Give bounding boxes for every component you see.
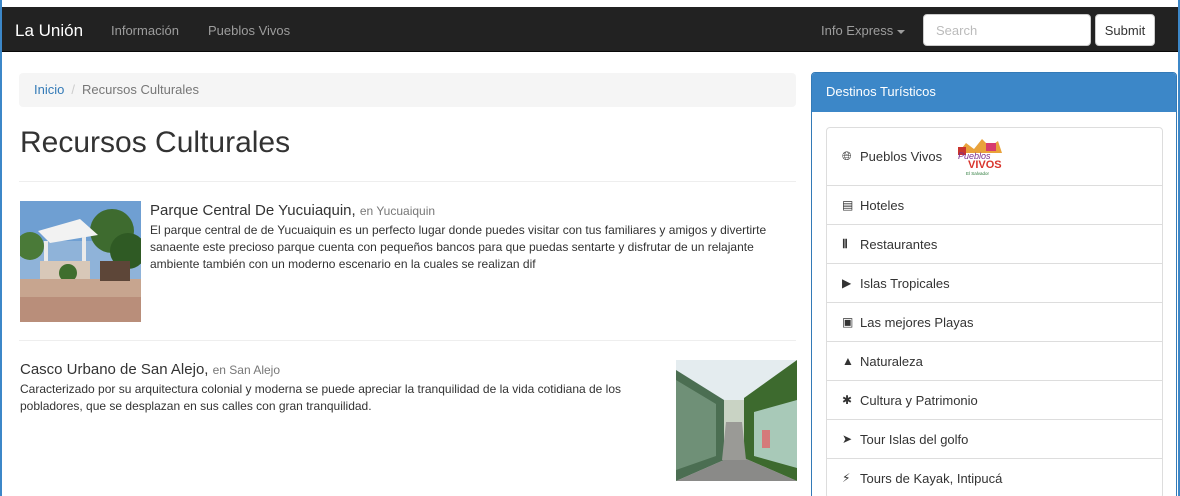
- item-title: Parque Central De Yucuiaquin,: [150, 202, 356, 219]
- info-express-label: Info Express: [821, 23, 894, 38]
- list-item-label: Tours de Kayak, Intipucá: [860, 470, 1003, 486]
- breadcrumb: Inicio / Recursos Culturales: [19, 73, 796, 107]
- list-item-restaurantes[interactable]: Ⅱ Restaurantes: [827, 225, 1162, 264]
- pueblos-vivos-logo: Pueblos VIVOS El Salvador: [952, 135, 1008, 179]
- page-title: Recursos Culturales: [20, 126, 291, 159]
- nav-link-informacion[interactable]: Información: [111, 23, 179, 38]
- item-location: en Yucuaiquin: [359, 204, 436, 218]
- list-item-label: Restaurantes: [860, 236, 938, 252]
- item-location: en San Alejo: [212, 363, 281, 377]
- svg-text:VIVOS: VIVOS: [968, 159, 1002, 171]
- media-heading[interactable]: Casco Urbano de San Alejo, en San Alejo: [20, 361, 660, 378]
- submit-button[interactable]: Submit: [1095, 14, 1155, 46]
- media-item-casco-urbano: Casco Urbano de San Alejo, en San Alejo …: [20, 361, 660, 415]
- destinos-panel: Destinos Turísticos 🌐︎ Pueblos Vivos Pue…: [811, 72, 1177, 496]
- list-item-label: Cultura y Patrimonio: [860, 392, 978, 408]
- list-item-hoteles[interactable]: ▤ Hoteles: [827, 186, 1162, 225]
- caret-down-icon: [897, 29, 906, 34]
- list-item-tours-kayak[interactable]: ⚡︎ Tours de Kayak, Intipucá: [827, 459, 1162, 496]
- breadcrumb-home-link[interactable]: Inicio: [34, 82, 64, 97]
- item-title: Casco Urbano de San Alejo,: [20, 361, 209, 378]
- list-item-label: Las mejores Playas: [860, 314, 974, 330]
- item-description: Caracterizado por su arquitectura coloni…: [20, 382, 622, 413]
- cutlery-icon: Ⅱ: [842, 237, 848, 251]
- destinos-list: 🌐︎ Pueblos Vivos Pueblos VIVOS El Salvad…: [826, 127, 1163, 496]
- media-heading[interactable]: Parque Central De Yucuiaquin, en Yucuaiq…: [150, 202, 800, 219]
- list-item-label: Tour Islas del golfo: [860, 431, 969, 447]
- divider: [19, 340, 796, 341]
- panel-heading: Destinos Turísticos: [812, 73, 1176, 112]
- list-item-label: Islas Tropicales: [860, 275, 950, 291]
- list-item-label: Naturaleza: [860, 353, 923, 369]
- tree-icon: ▲: [842, 354, 854, 368]
- list-item-label: Hoteles: [860, 197, 905, 213]
- navbar: La Unión Información Pueblos Vivos Info …: [2, 0, 1178, 52]
- breadcrumb-current: Recursos Culturales: [81, 82, 200, 97]
- list-alt-icon: ▤: [842, 198, 854, 212]
- parque-central-thumbnail[interactable]: [20, 201, 141, 322]
- list-item-naturaleza[interactable]: ▲ Naturaleza: [827, 342, 1162, 381]
- send-icon: ➤: [842, 432, 853, 446]
- casco-urbano-thumbnail[interactable]: [676, 360, 797, 481]
- list-item-islas-tropicales[interactable]: ▶ Islas Tropicales: [827, 264, 1162, 303]
- media-item-parque-central: Parque Central De Yucuiaquin, en Yucuaiq…: [150, 202, 800, 273]
- list-item-label: Pueblos Vivos: [860, 149, 943, 164]
- flash-icon: ⚡︎: [842, 471, 851, 485]
- nav-link-pueblos-vivos[interactable]: Pueblos Vivos: [208, 23, 290, 38]
- search-input[interactable]: [923, 14, 1091, 46]
- info-express-dropdown[interactable]: Info Express: [821, 23, 906, 38]
- asterisk-icon: ✱: [842, 393, 853, 407]
- picture-icon: ▣: [842, 315, 854, 329]
- tags-icon: ▶: [842, 276, 852, 290]
- item-description: El parque central de de Yucuaiquin es un…: [150, 223, 767, 271]
- list-item-tour-islas-golfo[interactable]: ➤ Tour Islas del golfo: [827, 420, 1162, 459]
- svg-text:El Salvador: El Salvador: [966, 171, 990, 176]
- list-item-las-mejores-playas[interactable]: ▣ Las mejores Playas: [827, 303, 1162, 342]
- list-item-cultura-patrimonio[interactable]: ✱ Cultura y Patrimonio: [827, 381, 1162, 420]
- brand-link[interactable]: La Unión: [15, 21, 83, 41]
- globe-icon: 🌐︎: [842, 149, 852, 163]
- list-item-pueblos-vivos[interactable]: 🌐︎ Pueblos Vivos Pueblos VIVOS El Salvad…: [827, 128, 1162, 186]
- breadcrumb-separator: /: [71, 82, 75, 97]
- divider: [19, 181, 796, 182]
